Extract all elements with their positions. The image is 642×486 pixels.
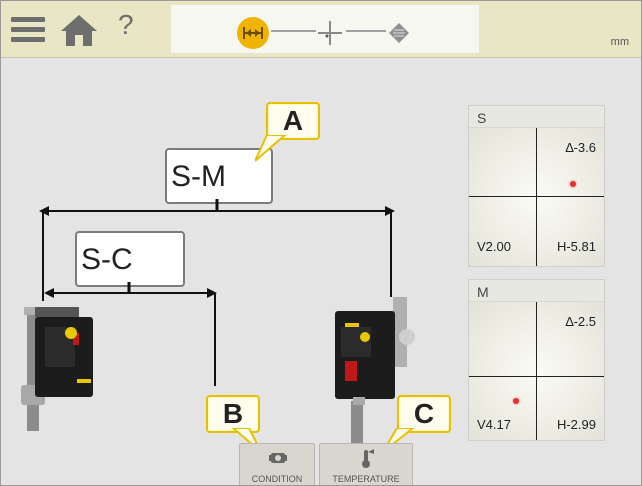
temperature-label: TEMPERATURE [332, 474, 400, 484]
s-plot-h-axis [469, 196, 604, 197]
m-v-value: V4.17 [477, 417, 511, 432]
s-plot-v-axis [536, 128, 537, 266]
m-angle-value: ∆-2.5 [565, 314, 596, 329]
badge-c-label: C [413, 398, 435, 429]
badge-a-label: A [282, 105, 304, 136]
m-target-plot: ∆-2.5 V4.17 H-2.99 [469, 302, 604, 440]
s-angle-value: ∆-3.6 [565, 140, 596, 155]
app-window: ? mm S-M S-C A B C S ∆-3.6 V2.00 H-5.81 … [0, 0, 642, 486]
temperature-button[interactable]: TEMPERATURE [319, 443, 413, 485]
s-panel-title: S [469, 106, 604, 128]
m-panel-title: M [469, 280, 604, 302]
s-v-value: V2.00 [477, 239, 511, 254]
badge-b-label: B [222, 398, 244, 429]
condition-label: CONDITION [251, 474, 303, 484]
s-target-plot: ∆-3.6 V2.00 H-5.81 [469, 128, 604, 266]
condition-button[interactable]: CONDITION [239, 443, 315, 485]
condition-icon [269, 453, 287, 463]
m-plot-v-axis [536, 302, 537, 440]
m-beam-dot [513, 398, 519, 404]
s-sensor-panel[interactable]: S ∆-3.6 V2.00 H-5.81 [468, 105, 605, 267]
s-beam-dot [570, 181, 576, 187]
m-sensor-panel[interactable]: M ∆-2.5 V4.17 H-2.99 [468, 279, 605, 441]
left-sensor-unit [21, 307, 93, 431]
temperature-icon [362, 449, 374, 468]
m-h-value: H-2.99 [556, 417, 596, 432]
s-h-value: H-5.81 [556, 239, 596, 254]
badge-a-pointer [255, 135, 287, 162]
m-plot-h-axis [469, 376, 604, 377]
